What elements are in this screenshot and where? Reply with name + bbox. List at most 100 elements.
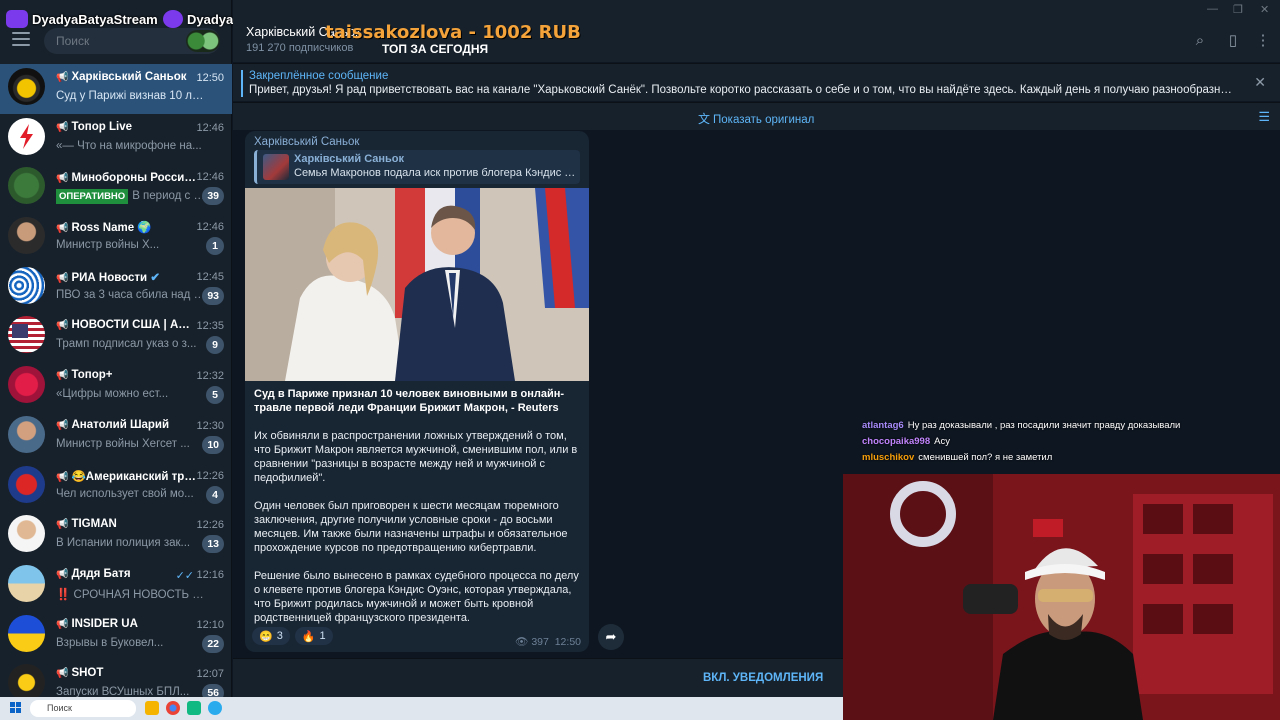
reply-text: Семья Макронов подала иск против блогера… bbox=[294, 167, 579, 179]
unread-count: 9 bbox=[206, 336, 224, 355]
chat-item-ria-novosti[interactable]: 📢 РИА Новости ✔ 12:45 ПВО за 3 часа сбила… bbox=[0, 263, 232, 313]
app-icon[interactable] bbox=[187, 701, 201, 715]
chat-preview: В Испании полиция зак... bbox=[56, 537, 191, 550]
show-original-label: Показать оригинал bbox=[713, 114, 815, 126]
reaction-grin[interactable]: 😁 3 bbox=[252, 627, 290, 645]
chat-name: SHOT bbox=[71, 667, 104, 680]
chat-name: 😂Американский тре... bbox=[71, 470, 196, 483]
enable-notifications-button[interactable]: ВКЛ. УВЕДОМЛЕНИЯ bbox=[703, 672, 823, 684]
message-headline: Суд в Париже признал 10 человек виновным… bbox=[254, 388, 565, 414]
chat-item-ross-name[interactable]: 📢 Ross Name 🌍 12:46 Министр войны Х... 1 bbox=[0, 213, 232, 263]
search-icon[interactable]: ⌕ bbox=[1192, 33, 1208, 49]
stream-chat-text: Ну раз доказывали , раз посадили значит … bbox=[907, 420, 1181, 431]
translate-bar: 文 Показать оригинал ☰ bbox=[233, 102, 1280, 130]
chat-list: 📢 Харківський Саньок 12:50 Суд у Парижі в… bbox=[0, 64, 232, 710]
stream-chat-message: atlantag6 Ну раз доказывали , раз посадил… bbox=[862, 418, 1262, 434]
chat-time: 12:30 bbox=[196, 419, 224, 432]
eye-icon: 👁 bbox=[515, 636, 529, 648]
minimize-icon[interactable]: — bbox=[1207, 3, 1218, 15]
chat-preview: Чел использует свой мо... bbox=[56, 487, 194, 500]
share-icon[interactable]: ➦ bbox=[598, 624, 624, 650]
chat-time: 12:35 bbox=[196, 320, 224, 333]
reactions: 😁 3 🔥 1 bbox=[252, 627, 333, 645]
chat-item-tigman[interactable]: 📢 TIGMAN 12:26 В Испании полиция зак... 1… bbox=[0, 511, 232, 561]
reaction-count: 3 bbox=[276, 630, 283, 642]
view-count: 397 bbox=[531, 636, 549, 648]
chat-preview: «— Что на микрофоне на... bbox=[56, 139, 202, 152]
reaction-count: 1 bbox=[319, 630, 326, 642]
channel-icon: 📢 bbox=[56, 320, 69, 332]
avatar bbox=[8, 465, 45, 503]
close-icon[interactable]: ✕ bbox=[1254, 74, 1266, 91]
screen: Поиск 📢 Харківський Саньок 12:50 Суд у Па… bbox=[0, 0, 1280, 720]
windows-start-icon[interactable] bbox=[10, 702, 22, 714]
chat-time: 12:46 bbox=[196, 221, 224, 234]
chat-item-amerikanskiy-trash[interactable]: 📢 😂Американский тре... 12:26 Чел использу… bbox=[0, 462, 232, 512]
chat-item-kharkivskyi-sanok[interactable]: 📢 Харківський Саньок 12:50 Суд у Парижі в… bbox=[0, 64, 232, 114]
verified-icon: ✔ bbox=[150, 271, 160, 284]
chat-sidebar: Поиск 📢 Харківський Саньок 12:50 Суд у Па… bbox=[0, 0, 232, 703]
chrome-icon[interactable] bbox=[166, 701, 180, 715]
chat-item-dyadya-batya[interactable]: 📢 Дядя Батя ✓✓ 12:16 ‼️ СРОЧНАЯ НОВОСТЬ ‼… bbox=[0, 561, 232, 611]
photo-illustration bbox=[245, 188, 589, 381]
chat-preview: В период с 20... bbox=[132, 190, 206, 203]
youtube-icon bbox=[6, 10, 28, 28]
more-icon[interactable]: ⋮ bbox=[1255, 33, 1271, 49]
message-photo[interactable] bbox=[245, 188, 589, 381]
avatar bbox=[8, 117, 45, 155]
reaction-emoji: 🔥 bbox=[301, 630, 316, 643]
channel-icon: 📢 bbox=[56, 370, 69, 382]
webcam-overlay bbox=[843, 474, 1280, 720]
reaction-fire[interactable]: 🔥 1 bbox=[294, 627, 333, 645]
read-check-icon: ✓✓ bbox=[175, 569, 194, 582]
avatar bbox=[8, 564, 45, 602]
maximize-icon[interactable]: ❐ bbox=[1233, 3, 1243, 16]
reply-preview[interactable]: Харківський Саньок Семья Макронов подала… bbox=[254, 150, 580, 184]
message-bubble[interactable]: Харківський Саньок Харківський Саньок Се… bbox=[245, 131, 589, 652]
avatar bbox=[8, 217, 45, 255]
story-avatar[interactable] bbox=[186, 30, 220, 52]
stream-chat-user: chocopaika998 bbox=[862, 436, 931, 447]
unread-count: 13 bbox=[202, 535, 224, 554]
chat-name: TIGMAN bbox=[71, 518, 117, 531]
show-original-button[interactable]: 文 Показать оригинал bbox=[698, 110, 814, 127]
avatar bbox=[8, 266, 45, 304]
translate-icon: 文 bbox=[698, 112, 711, 126]
taskbar-search[interactable]: Поиск bbox=[30, 700, 136, 717]
channel-icon: 📢 bbox=[56, 72, 69, 83]
telegram-icon[interactable] bbox=[208, 701, 222, 715]
chat-preview: Суд у Парижі визнав 10 люд... bbox=[56, 90, 206, 102]
chat-preview: ‼️ СРОЧНАЯ НОВОСТЬ ‼️ bbox=[56, 588, 206, 601]
close-window-icon[interactable]: ✕ bbox=[1260, 3, 1269, 16]
chat-preview: Трамп подписал указ о з... bbox=[56, 338, 197, 351]
translate-settings-icon[interactable]: ☰ bbox=[1258, 109, 1270, 125]
chat-time: 12:45 bbox=[196, 270, 224, 283]
unread-count: 4 bbox=[206, 485, 224, 504]
chat-item-topor-plus[interactable]: 📢 Топор+ 12:32 «Цифры можно ест... 5 bbox=[0, 362, 232, 412]
pinned-accent bbox=[241, 70, 243, 97]
message-meta: 👁 397 12:50 bbox=[515, 635, 581, 648]
chat-item-novosti-ssha[interactable]: 📢 НОВОСТИ США | АМЕ... 12:35 Трамп подпис… bbox=[0, 312, 232, 362]
stream-chat-message: chocopaika998 Acy bbox=[862, 434, 1262, 450]
chat-preview: ПВО за 3 часа сбила над ро... bbox=[56, 288, 206, 301]
chat-preview: Министр войны Хегсет ... bbox=[56, 437, 190, 450]
chat-header: Харківський Саньок 191 270 подписчиков t… bbox=[233, 0, 1280, 62]
sidebar-toggle-icon[interactable]: ▯ bbox=[1225, 33, 1241, 49]
stream-chat-user: atlantag6 bbox=[862, 420, 904, 431]
youtube-channel-overlay: DyadyaBatyaStream bbox=[6, 10, 158, 28]
chat-item-anatoliy-shariy[interactable]: 📢 Анатолий Шарий 12:30 Министр войны Хегс… bbox=[0, 412, 232, 462]
preview-tag: ОПЕРАТИВНО bbox=[56, 189, 129, 205]
message-author[interactable]: Харківський Саньок bbox=[254, 136, 359, 148]
stream-chat-text: сменившей пол? я не заметил bbox=[918, 452, 1053, 463]
stream-chat-overlay: atlantag6 Ну раз доказывали , раз посадил… bbox=[862, 418, 1262, 466]
pinned-message[interactable]: Закреплённое сообщение Привет, друзья! Я… bbox=[233, 63, 1280, 101]
chat-name: INSIDER UA bbox=[71, 617, 138, 630]
menu-icon[interactable] bbox=[12, 32, 30, 46]
lightning-icon bbox=[20, 123, 33, 149]
os-taskbar: Поиск bbox=[0, 697, 843, 720]
chat-item-minoborony[interactable]: 📢Минобороны России ✔ 12:46 ОПЕРАТИВНОВ п… bbox=[0, 163, 232, 213]
chat-item-insider-ua[interactable]: 📢 INSIDER UA 12:10 Взрывы в Буковел... 22 bbox=[0, 611, 232, 661]
chat-item-topor-live[interactable]: 📢 Топор Live 12:46 «— Что на микрофоне на… bbox=[0, 114, 232, 164]
file-explorer-icon[interactable] bbox=[145, 701, 159, 715]
subscriber-count: 191 270 подписчиков bbox=[246, 42, 354, 54]
